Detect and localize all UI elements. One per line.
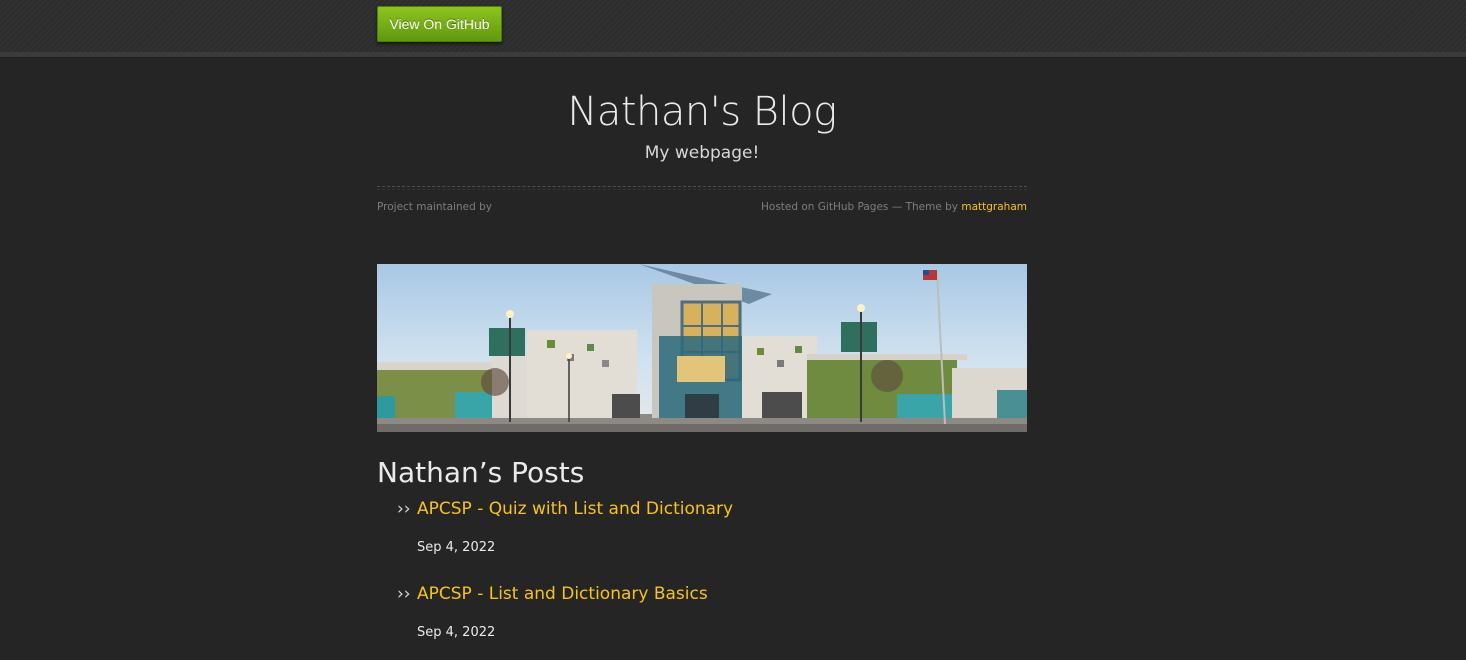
- post-bullet: ››: [397, 584, 411, 604]
- school-banner-image: [377, 264, 1027, 432]
- post-bullet: ››: [397, 499, 411, 519]
- top-bar: [0, 0, 1466, 52]
- theme-author-link[interactable]: mattgraham: [961, 201, 1027, 213]
- post-link[interactable]: APCSP - Quiz with List and Dictionary: [417, 495, 733, 523]
- hosted-on-label: Hosted on GitHub Pages — Theme by: [761, 201, 962, 213]
- site-tagline: My webpage!: [644, 143, 760, 163]
- header-divider: [377, 186, 1027, 187]
- site-title: Nathan's Blog: [567, 89, 837, 135]
- post-date: Sep 4, 2022: [417, 540, 496, 555]
- top-bar-border: [0, 52, 1466, 58]
- post-date: Sep 4, 2022: [417, 625, 496, 640]
- posts-heading: Nathan’s Posts: [377, 456, 585, 489]
- post-list-item: ›› APCSP - Quiz with List and Dictionary…: [397, 495, 1027, 575]
- maintained-by-text: Project maintained by: [377, 201, 492, 213]
- hosted-on-text: Hosted on GitHub Pages — Theme by mattgr…: [761, 199, 1027, 215]
- post-list-item: ›› APCSP - List and Dictionary Basics Se…: [397, 580, 1027, 660]
- post-link[interactable]: APCSP - List and Dictionary Basics: [417, 580, 708, 608]
- view-on-github-button[interactable]: View On GitHub: [377, 6, 502, 42]
- header-divider-shadow: [377, 189, 1027, 190]
- school-building-picture: [377, 264, 1027, 432]
